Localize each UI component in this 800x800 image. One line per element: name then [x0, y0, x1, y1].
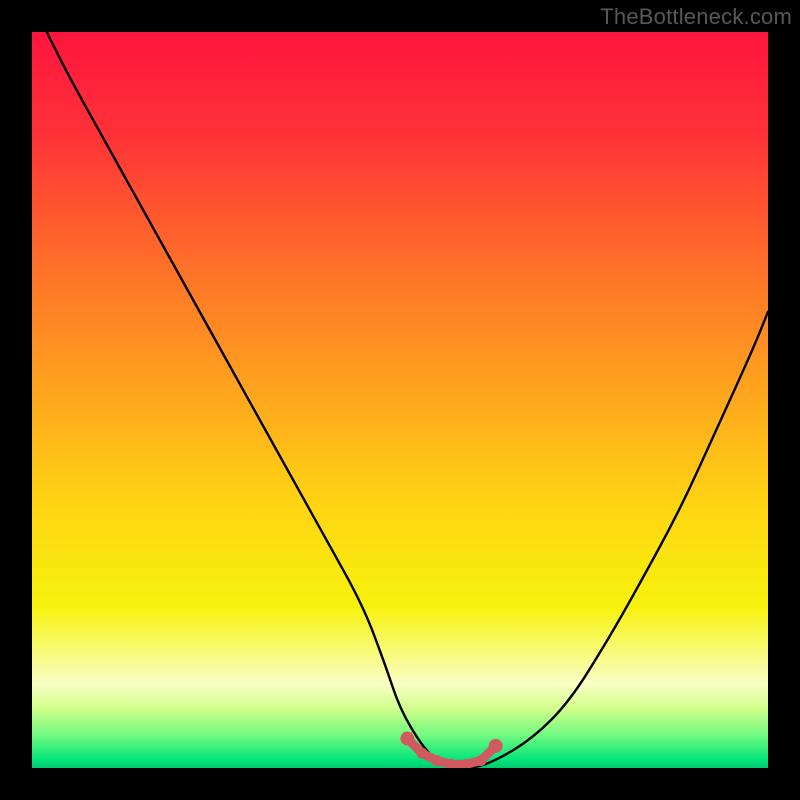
trough-marker: [489, 739, 503, 753]
trough-marker: [417, 748, 428, 759]
watermark: TheBottleneck.com: [600, 4, 792, 30]
trough-marker: [400, 732, 414, 746]
trough-marker: [431, 755, 442, 766]
bottleneck-chart: [32, 32, 768, 768]
chart-svg: [32, 32, 768, 768]
plot-background: [32, 32, 768, 768]
trough-marker: [475, 755, 486, 766]
